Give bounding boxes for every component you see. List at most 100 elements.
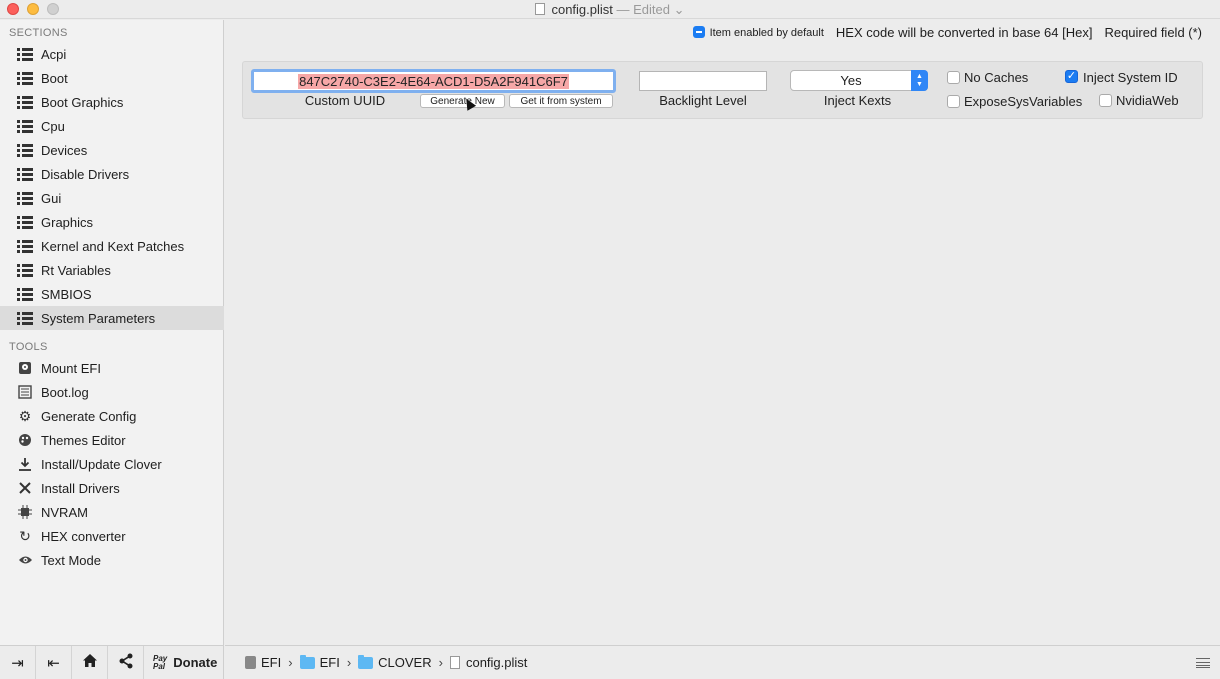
download-icon xyxy=(17,456,33,472)
tool-install-update-clover[interactable]: Install/Update Clover xyxy=(0,452,224,476)
folder-icon xyxy=(299,654,315,669)
tool-text-mode[interactable]: Text Mode xyxy=(0,548,224,572)
home-icon xyxy=(82,653,98,672)
tool-themes-editor[interactable]: Themes Editor xyxy=(0,428,224,452)
tool-mount-efi[interactable]: Mount EFI xyxy=(0,356,224,380)
log-icon xyxy=(17,384,33,400)
sidebar-item-label: Rt Variables xyxy=(41,262,111,278)
sidebar-item-boot[interactable]: Boot xyxy=(0,66,224,90)
home-button[interactable] xyxy=(72,645,108,679)
chevron-down-icon[interactable]: ⌄ xyxy=(670,2,685,17)
sidebar-item-kernel-and-kext-patches[interactable]: Kernel and Kext Patches xyxy=(0,234,224,258)
tool-label: NVRAM xyxy=(41,504,88,520)
sidebar-item-label: Disable Drivers xyxy=(41,166,130,182)
tool-label: Boot.log xyxy=(41,384,89,400)
sections-header: SECTIONS xyxy=(9,27,68,39)
list-icon xyxy=(17,263,33,277)
list-icon xyxy=(17,119,33,133)
tool-generate-config[interactable]: ⚙ Generate Config xyxy=(0,404,224,428)
tool-nvram[interactable]: NVRAM xyxy=(0,500,224,524)
path-bar: EFI › EFI › CLOVER › config.plist xyxy=(225,645,1220,679)
share-icon xyxy=(118,653,134,673)
tool-install-drivers[interactable]: Install Drivers xyxy=(0,476,224,500)
import-icon: ⇥ xyxy=(11,654,24,672)
chip-icon xyxy=(17,504,33,520)
tool-label: Generate Config xyxy=(41,408,137,424)
main-content: Item enabled by default HEX code will be… xyxy=(225,20,1220,645)
export-icon: ⇤ xyxy=(47,654,60,672)
sidebar-item-rt-variables[interactable]: Rt Variables xyxy=(0,258,224,282)
document-icon xyxy=(535,3,546,15)
sidebar-item-disable-drivers[interactable]: Disable Drivers xyxy=(0,162,224,186)
share-button[interactable] xyxy=(108,645,144,679)
list-icon xyxy=(17,167,33,181)
stepper-arrows-icon: ▲ ▼ xyxy=(911,70,928,91)
path-crumb-efi-folder[interactable]: EFI xyxy=(299,654,340,670)
sidebar-item-gui[interactable]: Gui xyxy=(0,186,224,210)
sidebar-item-label: Acpi xyxy=(41,46,67,62)
backlight-level-label: Backlight Level xyxy=(659,93,747,108)
refresh-icon: ↻ xyxy=(19,527,31,544)
inject-system-id-label: Inject System ID xyxy=(1083,70,1178,85)
legend-hex: HEX code will be converted in base 64 [H… xyxy=(835,25,1093,40)
list-icon xyxy=(17,95,33,109)
sidebar-item-label: SMBIOS xyxy=(41,286,92,302)
tool-label: Themes Editor xyxy=(41,432,126,448)
sidebar-item-graphics[interactable]: Graphics xyxy=(0,210,224,234)
expose-sys-variables-label: ExposeSysVariables xyxy=(964,94,1083,109)
sidebar-item-acpi[interactable]: Acpi xyxy=(0,42,224,66)
list-icon xyxy=(17,239,33,253)
nvidia-web-checkbox[interactable] xyxy=(1099,94,1112,107)
inject-kexts-value: Yes xyxy=(840,73,862,88)
folder-icon xyxy=(358,654,374,669)
edited-indicator[interactable]: — Edited xyxy=(617,2,670,17)
custom-uuid-value: 847C2740-C3E2-4E64-ACD1-D5A2F941C6F7 xyxy=(298,73,569,89)
custom-uuid-label: Custom UUID xyxy=(304,93,386,108)
path-crumb-clover[interactable]: CLOVER xyxy=(358,654,432,670)
window-title: config.plist — Edited ⌄ xyxy=(0,2,1220,18)
legend-bar: Item enabled by default HEX code will be… xyxy=(692,25,1202,40)
sidebar-item-label: Cpu xyxy=(41,118,65,134)
sidebar-item-label: Gui xyxy=(41,190,62,206)
sidebar-item-cpu[interactable]: Cpu xyxy=(0,114,224,138)
paypal-icon: Pay Pal xyxy=(153,653,168,671)
inject-kexts-label: Inject Kexts xyxy=(823,93,892,108)
no-caches-checkbox[interactable] xyxy=(947,71,960,84)
list-icon xyxy=(17,311,33,325)
sidebar-item-label: Boot xyxy=(41,70,68,86)
inject-kexts-select[interactable]: Yes ▲ ▼ xyxy=(790,70,928,91)
inject-system-id-checkbox[interactable]: ✓ xyxy=(1065,70,1078,83)
list-icon xyxy=(17,191,33,205)
sidebar-item-label: Devices xyxy=(41,142,88,158)
palette-icon xyxy=(17,432,33,448)
path-crumb-config-plist[interactable]: config.plist xyxy=(449,655,527,670)
export-button[interactable]: ⇤ xyxy=(36,645,72,679)
list-menu-icon[interactable] xyxy=(1196,658,1210,668)
list-icon xyxy=(17,215,33,229)
sidebar-item-smbios[interactable]: SMBIOS xyxy=(0,282,224,306)
sidebar-item-system-parameters[interactable]: System Parameters xyxy=(0,306,224,330)
get-from-system-button[interactable]: Get it from system xyxy=(509,94,613,108)
tool-hex-converter[interactable]: ↻ HEX converter xyxy=(0,524,224,548)
sidebar-toolbar: ⇥ ⇤ Pay Pal Donate xyxy=(0,645,224,679)
donate-label: Donate xyxy=(173,655,218,670)
sidebar-item-devices[interactable]: Devices xyxy=(0,138,224,162)
enabled-indicator-icon xyxy=(692,26,705,38)
custom-uuid-input[interactable]: 847C2740-C3E2-4E64-ACD1-D5A2F941C6F7 xyxy=(251,69,616,93)
tool-label: Mount EFI xyxy=(41,360,101,376)
donate-button[interactable]: Pay Pal Donate xyxy=(144,653,218,671)
expose-sys-variables-checkbox[interactable] xyxy=(947,95,960,108)
open-file-button[interactable]: ⇥ xyxy=(0,645,36,679)
tool-boot-log[interactable]: Boot.log xyxy=(0,380,224,404)
sidebar-item-boot-graphics[interactable]: Boot Graphics xyxy=(0,90,224,114)
nvidia-web-label: NvidiaWeb xyxy=(1116,93,1179,108)
path-crumb-efi-volume[interactable]: EFI xyxy=(245,655,281,670)
sidebar-item-label: Graphics xyxy=(41,214,94,230)
backlight-level-input[interactable] xyxy=(639,71,767,91)
tool-label: HEX converter xyxy=(41,528,126,544)
tool-label: Text Mode xyxy=(41,552,101,568)
sidebar-item-label: Kernel and Kext Patches xyxy=(41,238,185,254)
no-caches-label: No Caches xyxy=(964,70,1029,85)
tool-label: Install Drivers xyxy=(41,480,120,496)
gears-icon: ⚙ xyxy=(18,407,32,424)
